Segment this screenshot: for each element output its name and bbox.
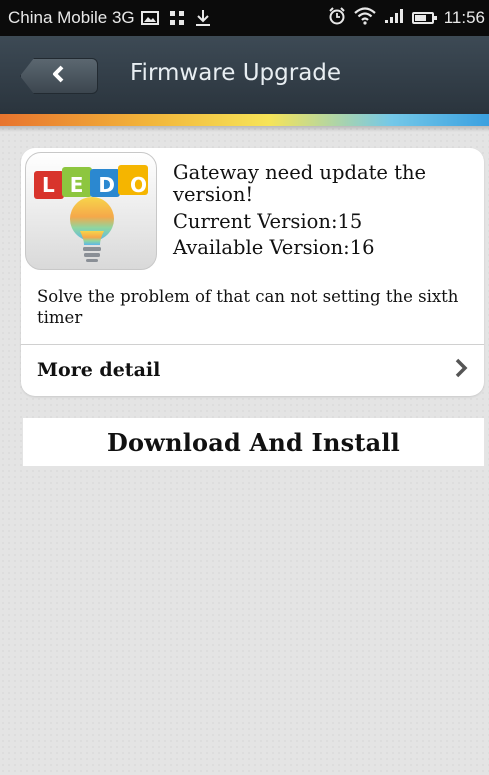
carrier-name: China Mobile 3G: [8, 8, 135, 27]
wifi-icon: [353, 6, 376, 30]
more-detail-label: More detail: [37, 359, 161, 381]
title-bar: Firmware Upgrade: [0, 36, 489, 114]
update-description: Solve the problem of that can not settin…: [37, 287, 459, 327]
alarm-icon: [328, 6, 346, 30]
update-headline: Gateway need update the version!: [173, 161, 427, 206]
download-install-button[interactable]: Download And Install: [23, 418, 484, 466]
clock-time: 11:56: [443, 8, 485, 27]
back-button[interactable]: [20, 58, 98, 94]
app-icon-lettering: LEDO: [42, 173, 157, 197]
current-version: Current Version:15: [173, 210, 363, 233]
battery-icon: [411, 12, 437, 24]
image-icon: [140, 10, 159, 26]
status-bar: China Mobile 3G 11:56: [0, 0, 489, 36]
download-icon: [195, 9, 211, 27]
more-detail-row[interactable]: More detail: [21, 345, 484, 395]
back-arrow-icon: [49, 64, 69, 88]
signal-icon: [384, 8, 404, 29]
ledo-app-icon: LEDO: [25, 152, 157, 270]
update-card: LEDO Gateway need update the version! Cu…: [21, 148, 484, 396]
accent-stripe: [0, 114, 489, 132]
chevron-right-icon: [454, 358, 468, 382]
page-title: Firmware Upgrade: [130, 60, 342, 86]
grid-icon: [169, 10, 185, 26]
available-version: Available Version:16: [173, 236, 375, 259]
